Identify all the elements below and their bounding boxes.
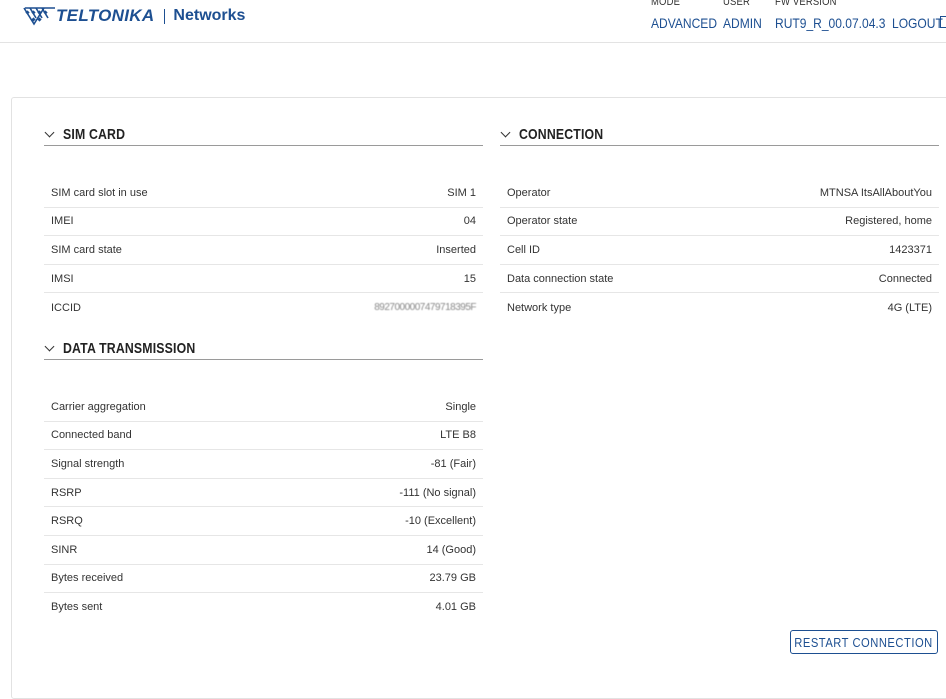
row-label: Operator state xyxy=(507,215,578,228)
table-row: SIM card state Inserted xyxy=(44,236,483,265)
data-transmission-table: Carrier aggregation Single Connected ban… xyxy=(44,393,483,622)
mode-value-link[interactable]: ADVANCED xyxy=(651,15,717,31)
row-label: Network type xyxy=(507,301,572,314)
teltonika-logo-icon xyxy=(23,7,55,26)
row-value: 04 xyxy=(463,215,476,228)
row-value: Registered, home xyxy=(845,215,932,228)
row-value: 23.79 GB xyxy=(429,572,476,585)
brand-subtitle: Networks xyxy=(173,7,246,24)
user-value-link[interactable]: ADMIN xyxy=(723,15,762,31)
user-caption: USER xyxy=(723,0,750,8)
sim-card-section-title: SIM CARD xyxy=(63,125,126,143)
table-row: Signal strength -81 (Fair) xyxy=(44,450,483,479)
mode-indicator: MODE ADVANCED xyxy=(651,0,728,31)
row-label: Cell ID xyxy=(507,243,541,256)
brand-name: TELTONIKA xyxy=(56,6,155,25)
row-value: 4G (LTE) xyxy=(887,301,932,314)
table-row: SINR 14 (Good) xyxy=(44,536,483,565)
sim-card-table: SIM card slot in use SIM 1 IMEI 04 SIM c… xyxy=(44,179,483,322)
fw-version-indicator: FW VERSION RUT9_R_00.07.04.3 xyxy=(775,0,903,31)
sim-card-section-header[interactable]: SIM CARD xyxy=(44,123,483,146)
table-row: Carrier aggregation Single xyxy=(44,393,483,422)
row-label: SIM card slot in use xyxy=(51,186,148,199)
row-value: Single xyxy=(445,400,476,413)
table-row: Operator state Registered, home xyxy=(500,208,939,237)
logout-block: LOGOUT xyxy=(892,0,946,31)
fw-version-value[interactable]: RUT9_R_00.07.04.3 xyxy=(775,15,885,31)
table-row: ICCID 8927000007479718395F xyxy=(44,293,483,322)
row-value: -10 (Excellent) xyxy=(405,515,476,528)
row-label: SINR xyxy=(51,543,78,556)
user-indicator: USER ADMIN xyxy=(723,0,768,31)
chevron-down-icon xyxy=(44,127,55,137)
table-row: Network type 4G (LTE) xyxy=(500,293,939,322)
teltonika-logo[interactable]: TELTONIKA Networks xyxy=(22,3,245,29)
row-value: MTNSA ItsAllAboutYou xyxy=(819,186,932,199)
row-label: Carrier aggregation xyxy=(51,400,146,413)
data-transmission-section-title: DATA TRANSMISSION xyxy=(63,339,196,357)
row-label: Data connection state xyxy=(507,272,614,285)
logout-button[interactable]: LOGOUT xyxy=(892,15,943,31)
row-label: ICCID xyxy=(51,301,81,314)
row-value: 14 (Good) xyxy=(426,543,476,556)
restart-connection-label: RESTART CONNECTION xyxy=(794,634,934,650)
row-value: 15 xyxy=(463,272,476,285)
row-value: Inserted xyxy=(436,243,476,256)
chevron-down-icon xyxy=(44,341,55,351)
row-label: Signal strength xyxy=(51,457,125,470)
table-row: Operator MTNSA ItsAllAboutYou xyxy=(500,179,939,208)
row-value: LTE B8 xyxy=(440,429,476,442)
connection-table: Operator MTNSA ItsAllAboutYou Operator s… xyxy=(500,179,939,322)
row-label: SIM card state xyxy=(51,243,122,256)
row-label: RSRQ xyxy=(51,515,83,528)
table-row: SIM card slot in use SIM 1 xyxy=(44,179,483,208)
table-row: IMSI 15 xyxy=(44,265,483,294)
table-row: RSRP -111 (No signal) xyxy=(44,479,483,508)
row-value: Connected xyxy=(878,272,932,285)
row-value: 1423371 xyxy=(889,243,932,256)
row-label: Operator xyxy=(507,186,551,199)
table-row: Bytes received 23.79 GB xyxy=(44,565,483,594)
connection-section-title: CONNECTION xyxy=(519,125,604,143)
row-value: -81 (Fair) xyxy=(430,457,476,470)
chevron-down-icon xyxy=(500,127,511,137)
connection-section-header[interactable]: CONNECTION xyxy=(500,123,939,146)
brand-divider xyxy=(164,8,166,24)
row-value: 4.01 GB xyxy=(435,601,476,614)
fw-version-caption: FW VERSION xyxy=(775,0,837,8)
table-row: RSRQ -10 (Excellent) xyxy=(44,507,483,536)
row-label: Connected band xyxy=(51,429,132,442)
row-label: Bytes received xyxy=(51,572,124,585)
row-label: RSRP xyxy=(51,486,82,499)
table-row: IMEI 04 xyxy=(44,208,483,237)
row-value: 8927000007479718395F xyxy=(374,302,476,314)
restart-connection-button[interactable]: RESTART CONNECTION xyxy=(790,630,938,654)
table-row: Connected band LTE B8 xyxy=(44,422,483,451)
table-row: Cell ID 1423371 xyxy=(500,236,939,265)
row-value: SIM 1 xyxy=(447,186,476,199)
data-transmission-section-header[interactable]: DATA TRANSMISSION xyxy=(44,337,483,360)
row-label: IMEI xyxy=(51,215,74,228)
mode-caption: MODE xyxy=(651,0,681,8)
table-row: Bytes sent 4.01 GB xyxy=(44,593,483,622)
logout-icon[interactable] xyxy=(940,16,946,28)
table-row: Data connection state Connected xyxy=(500,265,939,294)
row-value: -111 (No signal) xyxy=(399,486,476,499)
row-label: IMSI xyxy=(51,272,74,285)
top-bar: TELTONIKA Networks MODE ADVANCED USER AD… xyxy=(0,0,946,43)
row-label: Bytes sent xyxy=(51,601,103,614)
